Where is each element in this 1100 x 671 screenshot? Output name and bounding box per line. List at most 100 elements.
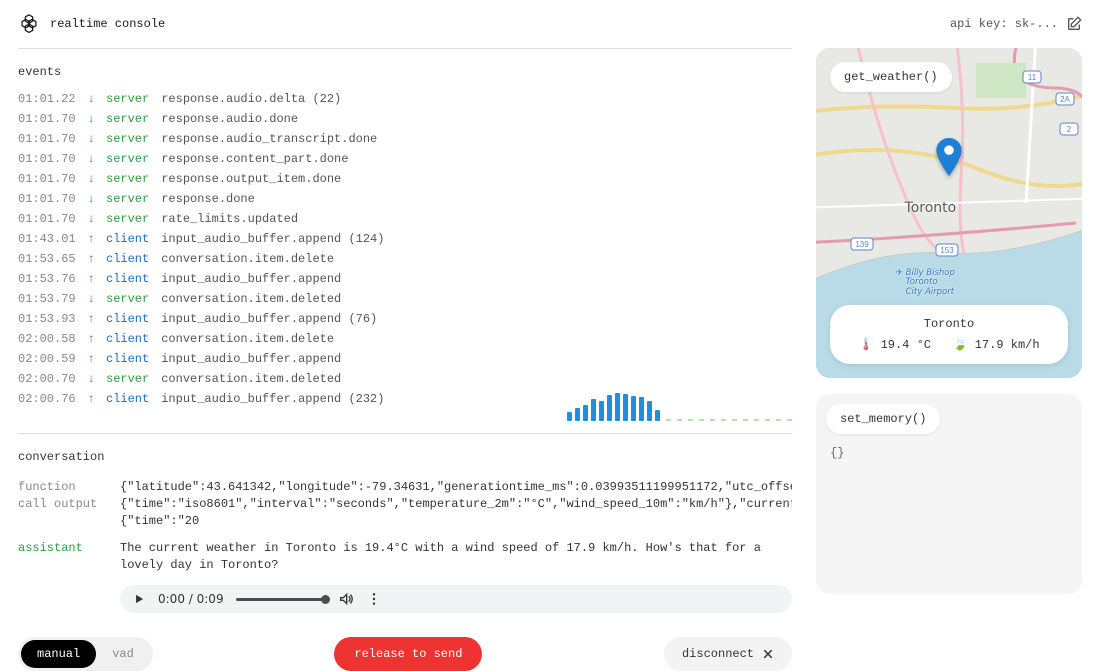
event-row[interactable]: 02:00.70↓serverconversation.item.deleted (18, 369, 792, 389)
event-time: 01:01.70 (18, 209, 76, 229)
event-time: 01:01.70 (18, 129, 76, 149)
event-source: server (106, 109, 149, 129)
event-direction-icon: ↓ (84, 189, 98, 209)
event-time: 02:00.59 (18, 349, 76, 369)
event-direction-icon: ↓ (84, 289, 98, 309)
kebab-menu-icon[interactable] (366, 591, 382, 607)
event-row[interactable]: 01:01.70↓serverresponse.done (18, 189, 792, 209)
event-time: 01:53.76 (18, 269, 76, 289)
events-list: 01:01.22↓serverresponse.audio.delta (22)… (18, 89, 792, 409)
conversation-heading: conversation (18, 434, 792, 474)
event-source: client (106, 389, 149, 409)
play-icon[interactable] (132, 592, 146, 606)
event-name: input_audio_buffer.append (161, 269, 341, 289)
event-time: 02:00.70 (18, 369, 76, 389)
app-title: realtime console (50, 17, 165, 31)
event-direction-icon: ↓ (84, 89, 98, 109)
event-name: response.output_item.done (161, 169, 341, 189)
event-direction-icon: ↑ (84, 309, 98, 329)
weather-widget: get_weather() (816, 48, 1082, 378)
audio-waveform (567, 389, 792, 421)
event-source: server (106, 89, 149, 109)
event-time: 01:43.01 (18, 229, 76, 249)
audio-player[interactable]: 0:00 / 0:09 (120, 585, 792, 613)
event-name: rate_limits.updated (161, 209, 298, 229)
event-source: client (106, 229, 149, 249)
event-source: server (106, 369, 149, 389)
event-name: response.content_part.done (161, 149, 348, 169)
event-time: 01:53.93 (18, 309, 76, 329)
event-name: input_audio_buffer.append (124) (161, 229, 384, 249)
volume-icon[interactable] (338, 591, 354, 607)
event-time: 01:53.79 (18, 289, 76, 309)
event-row[interactable]: 02:00.58↑clientconversation.item.delete (18, 329, 792, 349)
audio-progress[interactable] (236, 598, 326, 601)
conversation-role: function call output (18, 479, 108, 530)
event-direction-icon: ↓ (84, 149, 98, 169)
event-direction-icon: ↑ (84, 349, 98, 369)
svg-text:2A: 2A (1060, 95, 1070, 104)
event-row[interactable]: 01:01.70↓serverresponse.audio_transcript… (18, 129, 792, 149)
event-direction-icon: ↑ (84, 269, 98, 289)
conversation-body: {"latitude":43.641342,"longitude":-79.34… (120, 479, 792, 530)
disconnect-label: disconnect (682, 647, 754, 661)
event-row[interactable]: 01:01.22↓serverresponse.audio.delta (22) (18, 89, 792, 109)
map-airport-label: ✈ Billy Bishop Toronto City Airport (896, 269, 955, 297)
mode-vad[interactable]: vad (96, 640, 150, 668)
event-source: client (106, 349, 149, 369)
event-time: 02:00.58 (18, 329, 76, 349)
weather-city: Toronto (842, 317, 1056, 331)
conversation-body: The current weather in Toronto is 19.4°C… (120, 540, 792, 574)
mode-toggle[interactable]: manual vad (18, 637, 153, 671)
event-source: server (106, 209, 149, 229)
event-row[interactable]: 02:00.59↑clientinput_audio_buffer.append (18, 349, 792, 369)
event-time: 01:53.65 (18, 249, 76, 269)
mode-manual[interactable]: manual (21, 640, 96, 668)
edit-api-key-icon[interactable] (1066, 16, 1082, 32)
event-row[interactable]: 01:53.65↑clientconversation.item.delete (18, 249, 792, 269)
event-direction-icon: ↑ (84, 229, 98, 249)
memory-widget: set_memory() {} (816, 394, 1082, 594)
map-city-label: Toronto (905, 200, 957, 216)
event-direction-icon: ↑ (84, 249, 98, 269)
event-row[interactable]: 01:01.70 ↓ server rate_limits.updated (18, 209, 792, 229)
event-row[interactable]: 01:01.70 ↓ server response.content_part.don… (18, 149, 792, 169)
openai-logo-icon (18, 13, 40, 35)
event-direction-icon: ↓ (84, 209, 98, 229)
weather-temp: 🌡️ 19.4 °C (858, 338, 931, 352)
event-source: server (106, 149, 149, 169)
event-source: server (106, 129, 149, 149)
event-row[interactable]: 01:53.76 ↑ client input_audio_buffer.append (18, 269, 792, 289)
event-name: response.audio.done (161, 109, 298, 129)
event-time: 01:01.22 (18, 89, 76, 109)
event-name: input_audio_buffer.append (76) (161, 309, 377, 329)
event-name: response.done (161, 189, 255, 209)
events-heading: events (18, 49, 792, 89)
svg-text:11: 11 (1028, 73, 1037, 82)
release-to-send-button[interactable]: release to send (334, 637, 482, 671)
event-row[interactable]: 01:43.01 ↑ client input_audio_buffer.append… (18, 229, 792, 249)
event-row[interactable]: 01:53.93↑clientinput_audio_buffer.append… (18, 309, 792, 329)
disconnect-button[interactable]: disconnect (664, 637, 792, 671)
event-name: conversation.item.delete (161, 249, 334, 269)
event-direction-icon: ↓ (84, 109, 98, 129)
map-pin-icon (936, 138, 962, 180)
event-source: server (106, 289, 149, 309)
event-source: server (106, 189, 149, 209)
event-time: 01:01.70 (18, 169, 76, 189)
event-direction-icon: ↑ (84, 389, 98, 409)
event-name: conversation.item.deleted (161, 289, 341, 309)
close-icon (762, 648, 774, 660)
event-row[interactable]: 01:53.79 ↓ server conversation.item.deleted (18, 289, 792, 309)
event-time: 01:01.70 (18, 149, 76, 169)
event-time: 01:01.70 (18, 109, 76, 129)
weather-widget-title: get_weather() (830, 62, 952, 92)
event-direction-icon: ↓ (84, 129, 98, 149)
event-row[interactable]: 01:01.70 ↓ server response.audio.done (18, 109, 792, 129)
app-header: realtime console api key: sk-... (0, 0, 1100, 48)
event-row[interactable]: 01:01.70↓serverresponse.output_item.done (18, 169, 792, 189)
weather-wind: 🍃 17.9 km/h (953, 338, 1040, 352)
svg-text:153: 153 (940, 246, 954, 255)
event-source: client (106, 269, 149, 289)
memory-widget-title: set_memory() (826, 404, 940, 434)
